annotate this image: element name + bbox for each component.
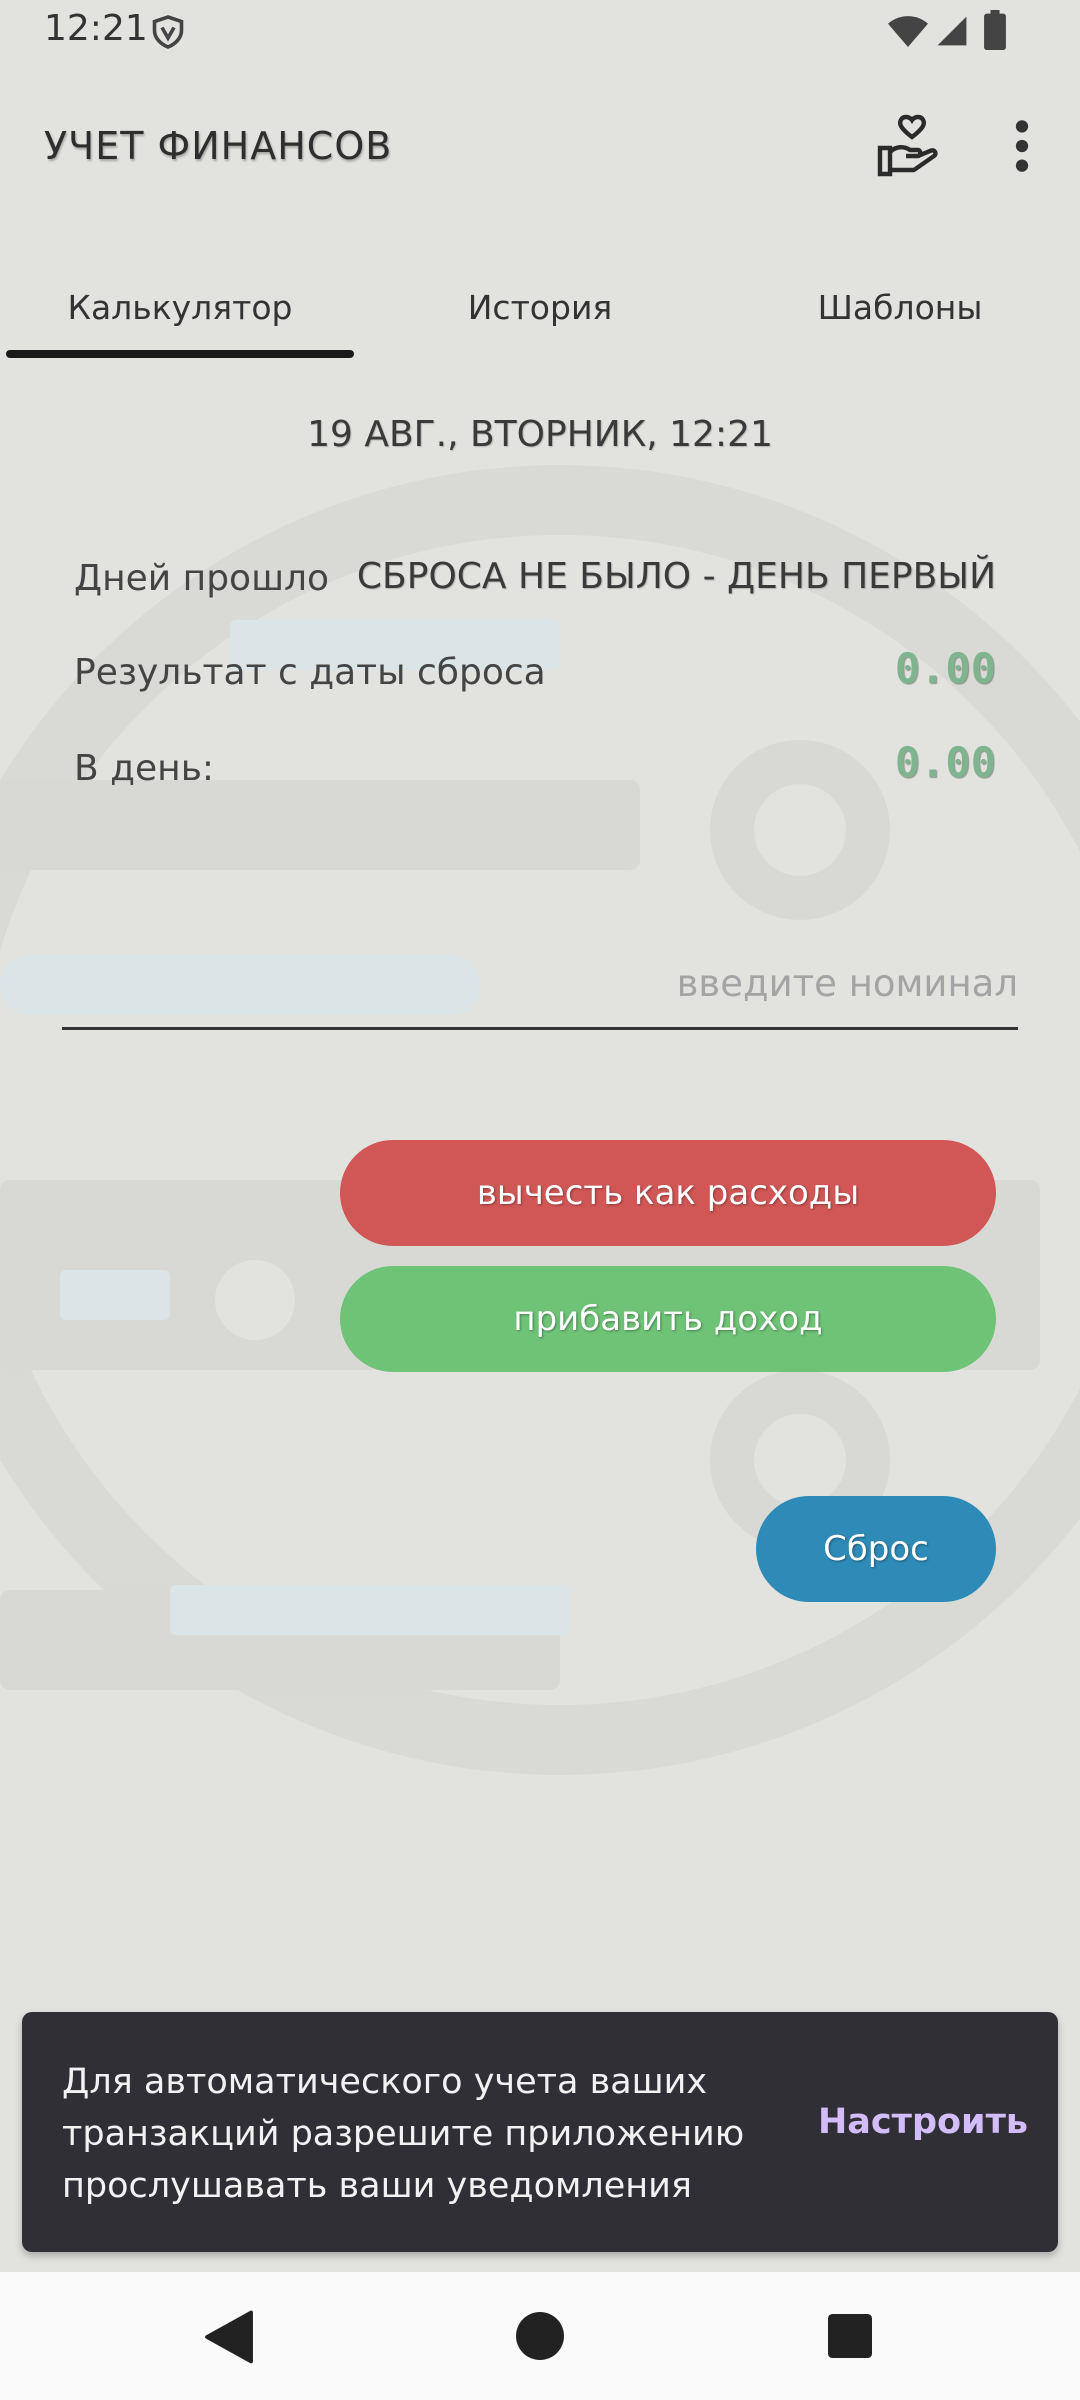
- more-options-button[interactable]: [1004, 118, 1040, 174]
- days-passed-label: Дней прошло: [74, 558, 330, 599]
- vpn-shield-icon: [152, 15, 184, 49]
- nominal-input[interactable]: [62, 950, 1018, 1030]
- add-income-button[interactable]: прибавить доход: [340, 1266, 996, 1372]
- reset-button[interactable]: Сброс: [756, 1496, 996, 1602]
- snackbar-message: Для автоматического учета ваших транзакц…: [62, 2062, 745, 2206]
- donate-hand-heart-icon: [877, 114, 938, 177]
- tab-bar: Калькулятор История Шаблоны: [0, 262, 1080, 358]
- snackbar-configure-button[interactable]: Настроить: [818, 2102, 1028, 2142]
- app-title: УЧЕТ ФИНАНСОВ: [44, 124, 393, 168]
- wifi-icon: [888, 16, 928, 47]
- result-since-reset-label: Результат с даты сброса: [74, 652, 546, 693]
- current-date: 19 АВГ., ВТОРНИК, 12:21: [307, 414, 773, 455]
- status-time: 12:21: [44, 8, 148, 49]
- tab-selected-indicator: [6, 350, 354, 358]
- system-navigation-bar: [0, 2272, 1080, 2400]
- status-bar: 12:21: [0, 0, 1080, 66]
- more-vert-icon: [1015, 120, 1029, 172]
- days-passed-value: СБРОСА НЕ БЫЛО - ДЕНЬ ПЕРВЫЙ: [356, 556, 996, 597]
- per-day-value: 0.00: [894, 738, 996, 787]
- signal-icon: [937, 16, 967, 46]
- subtract-expense-button[interactable]: вычесть как расходы: [340, 1140, 996, 1246]
- back-icon[interactable]: [204, 2310, 254, 2364]
- donate-button[interactable]: [876, 112, 940, 178]
- result-since-reset-value: 0.00: [894, 644, 996, 693]
- tab-calculator[interactable]: Калькулятор: [0, 262, 360, 352]
- home-icon[interactable]: [516, 2312, 564, 2360]
- recent-apps-icon[interactable]: [828, 2314, 872, 2358]
- per-day-label: В день:: [74, 748, 215, 789]
- notification-permission-snackbar: Для автоматического учета ваших транзакц…: [22, 2012, 1058, 2252]
- battery-icon: [984, 10, 1006, 50]
- tab-templates[interactable]: Шаблоны: [720, 262, 1080, 352]
- tab-history[interactable]: История: [360, 262, 720, 352]
